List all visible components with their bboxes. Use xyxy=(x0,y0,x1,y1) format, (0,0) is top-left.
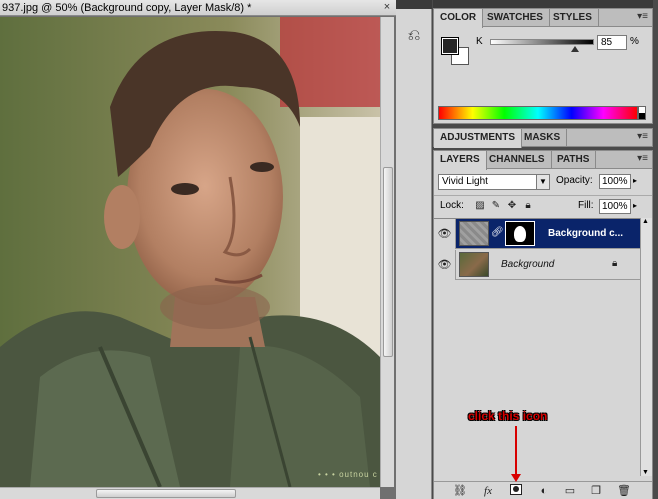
channel-label: K xyxy=(476,36,483,47)
lock-icon: 🔒︎ xyxy=(612,258,618,269)
layers-panel: LAYERS CHANNELS PATHS ▾≡ Vivid Light ▼ O… xyxy=(433,150,653,499)
tab-channels[interactable]: CHANNELS xyxy=(483,151,552,169)
chain-link-icon[interactable]: 🔗︎ xyxy=(491,227,504,238)
percent-label: % xyxy=(630,36,639,47)
color-tabbar: COLOR SWATCHES STYLES ▾≡ xyxy=(434,9,652,28)
panel-menu-icon[interactable]: ▾≡ xyxy=(637,153,648,164)
photo-image xyxy=(0,17,380,487)
layers-bottom-toolbar: ⛓︎ fx ◐ ▭ ❐ 🗑︎ xyxy=(434,481,652,499)
lock-all-icon[interactable]: 🔒︎ xyxy=(522,200,534,212)
fx-icon[interactable]: fx xyxy=(480,484,496,498)
layer-name: Background c... xyxy=(548,228,624,239)
annotation-label: click this icon xyxy=(468,409,548,423)
new-layer-icon[interactable]: ❐ xyxy=(588,484,604,498)
group-folder-icon[interactable]: ▭ xyxy=(562,484,578,498)
tab-adjustments[interactable]: ADJUSTMENTS xyxy=(434,129,523,148)
scrollbar-thumb[interactable] xyxy=(383,167,393,357)
document-tab-title[interactable]: 937.jpg @ 50% (Background copy, Layer Ma… xyxy=(0,0,396,16)
layer-thumbnail[interactable] xyxy=(459,221,489,246)
lock-image-pixels-icon[interactable]: ✎ xyxy=(490,200,502,212)
link-icon[interactable]: ⛓︎ xyxy=(452,484,468,498)
panel-grip[interactable] xyxy=(433,0,653,8)
layer-mask-thumbnail[interactable] xyxy=(505,221,535,246)
opacity-input[interactable]: 100% xyxy=(599,174,631,189)
lock-position-icon[interactable]: ✥ xyxy=(506,200,518,212)
layers-tabbar: LAYERS CHANNELS PATHS ▾≡ xyxy=(434,151,652,170)
collapsed-panel-strip: ⎌ xyxy=(396,0,432,499)
panel-menu-icon[interactable]: ▾≡ xyxy=(637,11,648,22)
layers-scrollbar[interactable]: ▲ ▼ xyxy=(640,218,652,476)
panel-grip[interactable] xyxy=(396,0,432,9)
mask-shape xyxy=(514,226,526,242)
panel-menu-icon[interactable]: ▾≡ xyxy=(637,131,648,142)
adjustments-tabbar: ADJUSTMENTS MASKS ▾≡ xyxy=(434,129,652,148)
layer-list: 👁︎ 🔗︎ Background c... 👁︎ Background 🔒︎ xyxy=(434,218,640,476)
tab-layers[interactable]: LAYERS xyxy=(434,151,487,170)
scroll-down-icon[interactable]: ▼ xyxy=(642,469,649,476)
fill-label: Fill: xyxy=(578,200,594,211)
blend-mode-value: Vivid Light xyxy=(442,176,488,187)
eye-icon[interactable]: 👁︎ xyxy=(434,250,456,280)
tab-paths[interactable]: PATHS xyxy=(551,151,597,169)
fill-input[interactable]: 100% xyxy=(599,199,631,214)
layer-thumbnail[interactable] xyxy=(459,252,489,277)
foreground-color-swatch[interactable] xyxy=(441,37,459,55)
layer-mask-icon[interactable] xyxy=(510,484,522,495)
tab-color[interactable]: COLOR xyxy=(434,9,484,28)
vertical-scrollbar[interactable] xyxy=(380,17,394,487)
k-slider-track[interactable] xyxy=(490,39,594,45)
layer-row-background[interactable]: 👁︎ Background 🔒︎ xyxy=(434,250,640,280)
fill-slider-arrow-icon[interactable]: ▸ xyxy=(633,201,637,210)
watermark-text: • • • outnou c xyxy=(318,470,378,479)
opacity-label: Opacity: xyxy=(556,175,593,186)
history-brush-icon[interactable]: ⎌ xyxy=(402,24,426,48)
color-spectrum-ramp[interactable] xyxy=(438,106,638,120)
adjustments-panel: ADJUSTMENTS MASKS ▾≡ xyxy=(433,128,653,148)
adjustment-layer-icon[interactable]: ◐ xyxy=(536,484,552,498)
lock-row: Lock: ▨ ✎ ✥ 🔒︎ Fill: 100% ▸ xyxy=(434,195,652,215)
k-slider-thumb[interactable] xyxy=(571,46,579,52)
scrollbar-thumb[interactable] xyxy=(96,489,236,498)
black-white-ramp[interactable] xyxy=(638,106,646,120)
eye-icon[interactable]: 👁︎ xyxy=(434,219,456,249)
annotation-arrow-icon xyxy=(511,474,521,482)
lock-label: Lock: xyxy=(440,200,464,211)
tab-swatches[interactable]: SWATCHES xyxy=(481,9,550,27)
document-window: 937.jpg @ 50% (Background copy, Layer Ma… xyxy=(0,0,396,499)
scroll-up-icon[interactable]: ▲ xyxy=(642,218,649,225)
opacity-slider-arrow-icon[interactable]: ▸ xyxy=(633,176,637,185)
image-canvas[interactable] xyxy=(0,17,380,487)
blend-mode-select[interactable]: Vivid Light ▼ xyxy=(438,174,550,190)
color-panel: COLOR SWATCHES STYLES ▾≡ K 85 % xyxy=(433,8,653,124)
chevron-down-icon[interactable]: ▼ xyxy=(536,175,549,189)
tab-styles[interactable]: STYLES xyxy=(547,9,599,27)
horizontal-scrollbar[interactable] xyxy=(0,487,380,499)
close-icon[interactable]: × xyxy=(380,0,394,14)
k-value-input[interactable]: 85 xyxy=(597,35,627,50)
layer-row-background-copy[interactable]: 👁︎ 🔗︎ Background c... xyxy=(434,219,640,249)
tab-masks[interactable]: MASKS xyxy=(518,129,568,147)
trash-icon[interactable]: 🗑︎ xyxy=(616,484,632,498)
lock-transparent-pixels-icon[interactable]: ▨ xyxy=(474,200,486,212)
annotation-arrow-line xyxy=(515,426,517,476)
layer-name: Background xyxy=(501,259,555,270)
